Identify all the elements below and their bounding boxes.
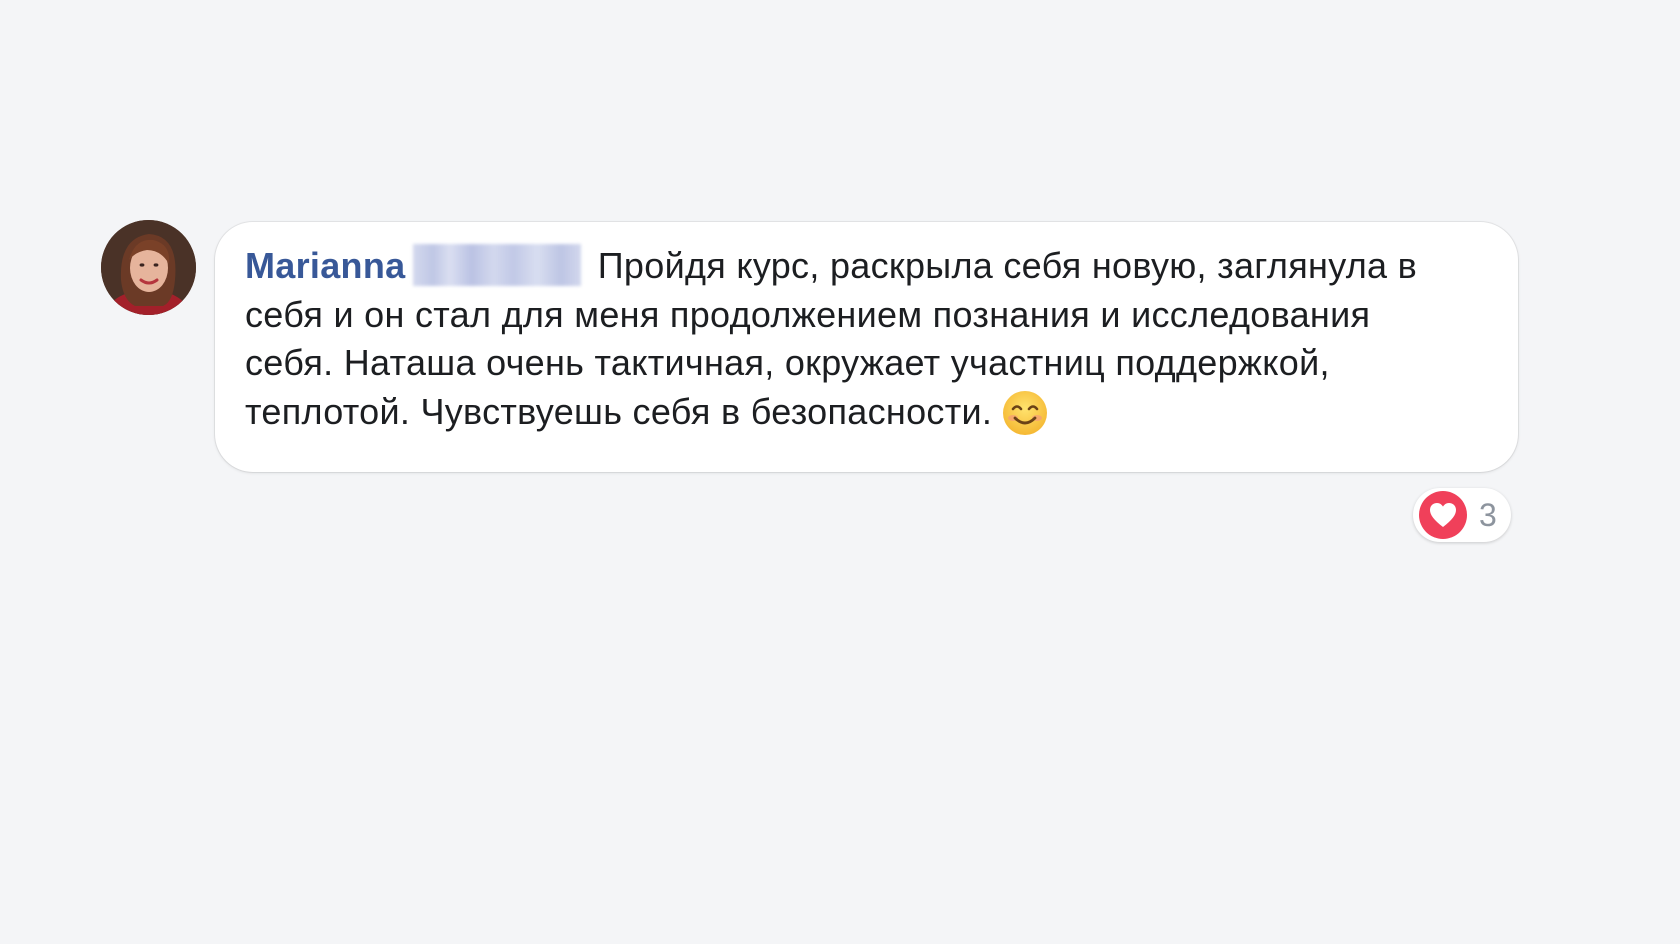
reaction-count: 3 (1479, 496, 1497, 533)
comment-bubble: Marianna Пройдя курс, раскрыла себя нову… (215, 222, 1518, 472)
avatar[interactable] (101, 220, 196, 315)
avatar-photo (101, 220, 196, 315)
heart-icon (1419, 491, 1467, 539)
smiling-face-icon (1002, 390, 1048, 449)
blurred-surname (413, 244, 582, 286)
reactions-summary[interactable]: 3 (1413, 488, 1511, 542)
author-name-link[interactable]: Marianna (245, 245, 405, 286)
